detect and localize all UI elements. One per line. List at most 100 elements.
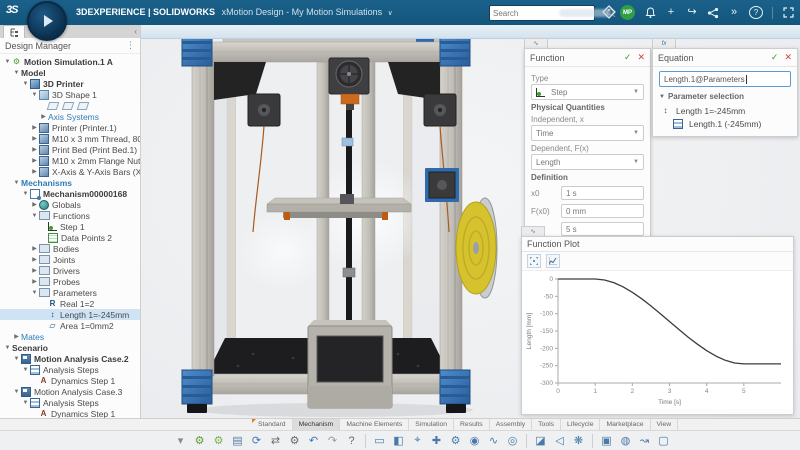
tree-item-data-points-2[interactable]: Data Points 2 <box>0 232 140 243</box>
panel-menu-icon[interactable]: ⋮ <box>126 40 135 51</box>
tree-item-model[interactable]: ▼Model <box>0 67 140 78</box>
function-plot-chart[interactable]: 0-50-100-150-200-250-300012345Time [s]Le… <box>522 271 793 409</box>
spring-icon[interactable]: ∿ <box>485 433 502 449</box>
parameter-item-length-1-245mm[interactable]: ↕Length 1=-245mm <box>659 104 791 117</box>
tree-item-globals[interactable]: ▶Globals <box>0 199 140 210</box>
tree-item-motion-simulation-1-a[interactable]: ▼⚙Motion Simulation.1 A <box>0 56 140 67</box>
bottom-tab-standard[interactable]: Standard <box>252 419 293 430</box>
parameter-item-length-1-245mm[interactable]: Length.1 (-245mm) <box>659 117 791 130</box>
tree-item-analysis-steps[interactable]: ▼Analysis Steps <box>0 397 140 408</box>
tree-item-bodies[interactable]: ▶Bodies <box>0 243 140 254</box>
undo-icon[interactable]: ↶ <box>305 433 322 449</box>
bottom-tab-lifecycle[interactable]: Lifecycle <box>561 419 600 430</box>
tree-item-area-1-0mm2[interactable]: ▱Area 1=0mm2 <box>0 320 140 331</box>
equation-panel-tab[interactable]: fx <box>652 38 676 48</box>
app-menu-caret-icon[interactable]: ∨ <box>388 10 393 17</box>
dependent-dropdown[interactable]: Length ▼ <box>531 154 644 170</box>
new-mechanism-icon[interactable]: ▭ <box>371 433 388 449</box>
add-icon[interactable]: + <box>665 0 677 25</box>
tree-item-mechanism00000168[interactable]: ▼Mechanism00000168 <box>0 188 140 199</box>
tree-item-motion-analysis-case-2[interactable]: ▼Motion Analysis Case.2 <box>0 353 140 364</box>
normal-view-icon[interactable]: ◁ <box>551 433 568 449</box>
share-arrow-icon[interactable]: ↪ <box>686 0 698 25</box>
tree-expand-icon[interactable]: ▼ <box>12 356 21 362</box>
import-export-icon[interactable]: ⇄ <box>267 433 284 449</box>
bottom-tab-results[interactable]: Results <box>454 419 490 430</box>
tree-item-probes[interactable]: ▶Probes <box>0 276 140 287</box>
plot-options-icon[interactable] <box>546 254 560 268</box>
tree-item-motion-analysis-case-3[interactable]: ▼Motion Analysis Case.3 <box>0 386 140 397</box>
tree-expand-icon[interactable]: ▼ <box>3 59 12 65</box>
fit-view-icon[interactable] <box>527 254 541 268</box>
independent-dropdown[interactable]: Time ▼ <box>531 125 644 141</box>
printer-3d-model[interactable] <box>163 36 508 418</box>
tree-expand-icon[interactable]: ▶ <box>30 256 39 263</box>
tree-item-mates[interactable]: ▶Mates <box>0 331 140 342</box>
whats-new-icon[interactable]: » <box>728 0 740 25</box>
save-icon[interactable]: ▤ <box>229 433 246 449</box>
plane-icon[interactable] <box>62 102 75 110</box>
update-gear-icon[interactable]: ⚙ <box>191 433 208 449</box>
tree-expand-icon[interactable]: ▶ <box>30 278 39 285</box>
tree-item-axis-systems[interactable]: ▶Axis Systems <box>0 111 140 122</box>
fullscreen-icon[interactable] <box>782 7 794 18</box>
parameter-selection-section[interactable]: ▼ Parameter selection <box>659 92 791 101</box>
tree-expand-icon[interactable]: ▶ <box>30 201 39 208</box>
settings-gear-icon[interactable]: ⚙ <box>286 433 303 449</box>
tree-item-scenario[interactable]: ▼Scenario <box>0 342 140 353</box>
tree-expand-icon[interactable]: ▶ <box>30 168 39 175</box>
tree-expand-icon[interactable]: ▼ <box>30 290 39 296</box>
tree-item-dynamics-step-1[interactable]: ADynamics Step 1 <box>0 375 140 386</box>
bottom-tab-simulation[interactable]: Simulation <box>409 419 454 430</box>
app-title[interactable]: xMotion Design - My Motion Simulations <box>222 7 383 17</box>
tree-item-step-1[interactable]: Step 1 <box>0 221 140 232</box>
tree-item-real-1-2[interactable]: RReal 1=2 <box>0 298 140 309</box>
3dexperience-compass-icon[interactable] <box>27 1 67 41</box>
tree-expand-icon[interactable]: ▼ <box>21 400 30 406</box>
tree-expand-icon[interactable]: ▶ <box>30 146 39 153</box>
tree-item-length-1-245mm[interactable]: ↕Length 1=-245mm <box>0 309 140 320</box>
render-style-icon[interactable]: ❋ <box>570 433 587 449</box>
tree-expand-icon[interactable]: ▼ <box>21 191 30 197</box>
tree-expand-icon[interactable]: ▼ <box>12 70 21 76</box>
tree-expand-icon[interactable]: ▼ <box>21 367 30 373</box>
tree-item-x-axis-y-axis-bars-x-axis-y-axis[interactable]: ▶X-Axis & Y-Axis Bars (X-Axis & Y-Axis..… <box>0 166 140 177</box>
tree-expand-icon[interactable]: ▶ <box>30 124 39 131</box>
toolbar-expand-caret-icon[interactable]: ▾ <box>172 433 189 449</box>
tree-expand-icon[interactable]: ▶ <box>30 245 39 252</box>
rigid-body-icon[interactable]: ◧ <box>390 433 407 449</box>
tree-expand-icon[interactable]: ▼ <box>12 180 21 186</box>
tree-item-analysis-steps[interactable]: ▼Analysis Steps <box>0 364 140 375</box>
tree-expand-icon[interactable]: ▶ <box>12 333 21 340</box>
notification-bell-icon[interactable] <box>644 7 656 19</box>
update-all-gear-icon[interactable]: ⚙ <box>210 433 227 449</box>
plane-icon[interactable] <box>47 102 60 110</box>
bottom-tab-machine-elements[interactable]: Machine Elements <box>340 419 409 430</box>
tree-item-3d-printer[interactable]: ▼3D Printer <box>0 78 140 89</box>
tree-item-3d-shape-1[interactable]: ▼3D Shape 1 <box>0 89 140 100</box>
equation-input[interactable]: Length.1@Parameters <box>659 71 791 87</box>
tree-item-printer-printer-1[interactable]: ▶Printer (Printer.1) <box>0 122 140 133</box>
tree-expand-icon[interactable]: ▶ <box>30 157 39 164</box>
bottom-tab-view[interactable]: View <box>651 419 679 430</box>
motor-icon[interactable]: ▣ <box>598 433 615 449</box>
tree-view-tab[interactable] <box>3 25 25 38</box>
tree-expand-icon[interactable]: ▶ <box>30 267 39 274</box>
tree-item-functions[interactable]: ▼Functions <box>0 210 140 221</box>
ok-button[interactable]: ✓ <box>624 52 632 63</box>
share-network-icon[interactable] <box>707 7 719 19</box>
tree-expand-icon[interactable]: ▼ <box>3 345 12 351</box>
tree-item-plane-icons[interactable] <box>0 100 140 111</box>
tree-expand-icon[interactable]: ▼ <box>30 213 39 219</box>
sync-refresh-icon[interactable]: ⟳ <box>248 433 265 449</box>
tree-item-m10-x-3-mm-thread-800-mm-long[interactable]: ▶M10 x 3 mm Thread, 800 mm Long,... <box>0 133 140 144</box>
tree-item-dynamics-step-1[interactable]: ADynamics Step 1 <box>0 408 140 418</box>
tree-item-mechanisms[interactable]: ▼Mechanisms <box>0 177 140 188</box>
bottom-tab-mechanism[interactable]: Mechanism <box>293 419 341 430</box>
cancel-button[interactable]: ✕ <box>637 52 645 63</box>
plot-panel-tab[interactable]: ∿ <box>521 226 545 236</box>
cancel-button[interactable]: ✕ <box>784 52 792 63</box>
tree-expand-icon[interactable]: ▶ <box>39 113 48 120</box>
collapse-panel-icon[interactable]: ‹ <box>134 27 137 36</box>
redo-icon[interactable]: ↷ <box>324 433 341 449</box>
